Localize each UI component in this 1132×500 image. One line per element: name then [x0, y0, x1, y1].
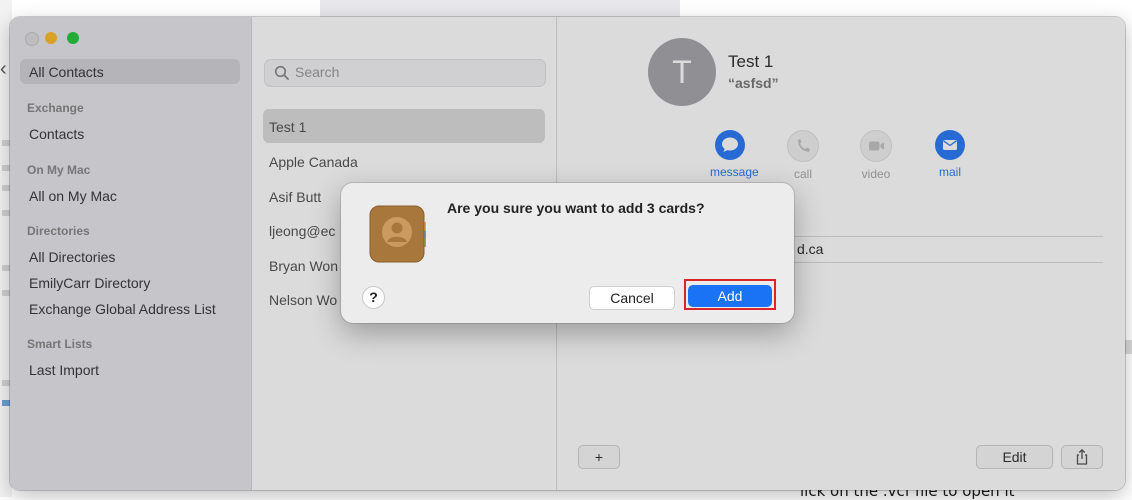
back-chevron-icon: ‹	[0, 58, 7, 80]
contacts-app-icon	[369, 205, 426, 263]
background-fragment	[2, 165, 10, 171]
background-fragment	[1125, 340, 1132, 354]
background-fragment	[2, 265, 10, 271]
help-button[interactable]: ?	[362, 286, 385, 309]
dialog-message: Are you sure you want to add 3 cards?	[447, 200, 705, 216]
background-page-strip	[320, 0, 680, 18]
background-fragment	[2, 380, 10, 386]
background-fragment	[2, 210, 10, 216]
cancel-button[interactable]: Cancel	[589, 286, 675, 310]
background-fragment	[2, 140, 10, 146]
background-fragment	[2, 290, 10, 296]
confirm-add-cards-dialog: Are you sure you want to add 3 cards? ? …	[341, 183, 794, 323]
background-fragment	[2, 185, 10, 191]
background-fragment	[2, 400, 10, 406]
add-button[interactable]: Add	[688, 285, 772, 307]
